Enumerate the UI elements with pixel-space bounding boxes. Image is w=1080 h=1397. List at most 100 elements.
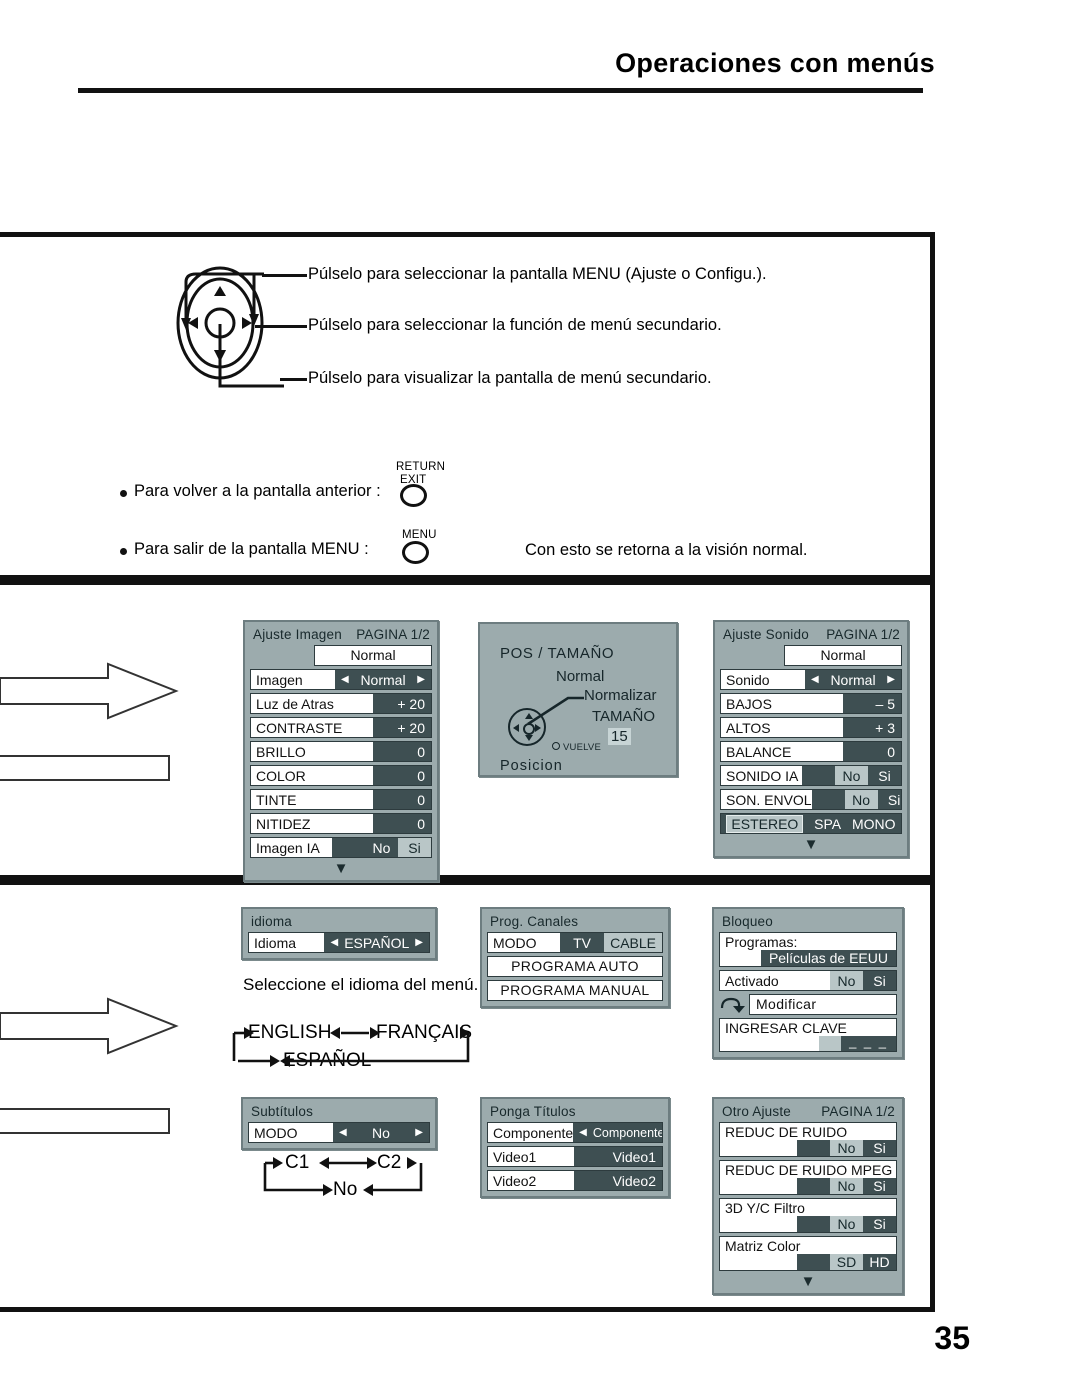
menu-row-audio-mode[interactable]: ESTEREO SPA MONO <box>720 813 902 834</box>
toggle-option-si[interactable]: Si <box>398 838 431 857</box>
menu-ponga-titulos[interactable]: Ponga Títulos Componente ◀ Componente ▶ … <box>480 1097 670 1198</box>
button-programa-manual[interactable]: PROGRAMA MANUAL <box>487 980 663 1001</box>
menu-row-modo[interactable]: MODO TV CABLE <box>487 932 663 953</box>
scroll-down-icon[interactable]: ▼ <box>720 837 902 852</box>
toggle-option-no[interactable]: No <box>830 1140 863 1156</box>
menu-row-modo[interactable]: MODO ◀ No ▶ <box>248 1122 430 1143</box>
chevron-right-icon[interactable]: ▶ <box>887 674 895 685</box>
menu-row-ingresar-clave[interactable]: INGRESAR CLAVE _ _ _ <box>719 1018 897 1052</box>
menu-row-sonido-ia[interactable]: SONIDO IA No Si <box>720 765 902 786</box>
menu-row-video2[interactable]: Video2 Video2 <box>487 1170 663 1191</box>
toggle-option-no[interactable]: No <box>835 766 868 785</box>
tamano-label: TAMAÑO <box>592 708 656 725</box>
menu-row-color[interactable]: COLOR 0 <box>250 765 432 786</box>
menu-otro-ajuste[interactable]: Otro Ajuste PAGINA 1/2 REDUC DE RUIDO No… <box>712 1097 904 1295</box>
chevron-left-icon[interactable]: ◀ <box>339 1127 347 1138</box>
menu-button[interactable] <box>402 541 429 564</box>
menu-row-reduc-de-ruido-mpeg[interactable]: REDUC DE RUIDO MPEG No Si <box>719 1160 897 1195</box>
menu-row-activado[interactable]: Activado No Si <box>719 970 897 991</box>
toggle-option-no[interactable]: No <box>844 790 878 809</box>
toggle-modo[interactable]: TV CABLE <box>560 933 662 952</box>
menu-row-imagen-ia[interactable]: Imagen IA No Si <box>250 837 432 858</box>
audio-mode-mono[interactable]: MONO <box>852 816 896 832</box>
toggle-imagen-ia[interactable]: No Si <box>332 838 431 857</box>
audio-mode-estereo[interactable]: ESTEREO <box>726 814 804 833</box>
row-value-selector[interactable]: ◀ No ▶ <box>333 1123 429 1142</box>
row-label: ALTOS <box>726 719 771 736</box>
toggle-option-si[interactable]: Si <box>877 790 901 809</box>
chevron-right-icon[interactable]: ▶ <box>415 937 423 948</box>
toggle-option-cable[interactable]: CABLE <box>604 933 662 952</box>
chevron-right-icon[interactable]: ▶ <box>415 1127 423 1138</box>
menu-row-programas[interactable]: Programas: Películas de EEUU <box>719 932 897 967</box>
row-label: BALANCE <box>726 743 792 760</box>
row-value-selector[interactable]: ◀ Normal ▶ <box>335 670 431 689</box>
tamano-value: 15 <box>608 728 631 745</box>
toggle-option-no[interactable]: No <box>365 838 398 857</box>
toggle-option-si[interactable]: Si <box>863 1140 896 1156</box>
menu-idioma[interactable]: idioma Idioma ◀ ESPAÑOL ▶ <box>241 907 437 960</box>
menu-row-3d-yc-filtro[interactable]: 3D Y/C Filtro No Si <box>719 1198 897 1233</box>
chevron-left-icon[interactable]: ◀ <box>579 1127 587 1138</box>
clave-digit-active[interactable] <box>819 1036 842 1051</box>
scroll-down-icon[interactable]: ▼ <box>250 861 432 876</box>
chevron-left-icon[interactable]: ◀ <box>341 674 349 685</box>
row-label: REDUC DE RUIDO <box>725 1124 848 1140</box>
menu-row-tinte[interactable]: TINTE 0 <box>250 789 432 810</box>
menu-prog-canales[interactable]: Prog. Canales MODO TV CABLE PROGRAMA AUT… <box>480 907 670 1008</box>
pad-down-icon <box>525 735 533 741</box>
chevron-left-icon[interactable]: ◀ <box>330 937 338 948</box>
audio-mode-spa[interactable]: SPA <box>814 816 841 832</box>
toggle-option-no[interactable]: No <box>830 971 863 990</box>
menu-row-video1[interactable]: Video1 Video1 <box>487 1146 663 1167</box>
menu-subtitulos[interactable]: Subtítulos MODO ◀ No ▶ <box>241 1097 437 1150</box>
toggle-activado[interactable]: No Si <box>830 971 896 990</box>
menu-ajuste-sonido[interactable]: Ajuste Sonido PAGINA 1/2 Normal Sonido ◀… <box>713 620 909 858</box>
chevron-right-icon[interactable]: ▶ <box>417 674 425 685</box>
menu-pos-tamano[interactable]: POS / TAMAÑO Normal Normalizar TAMAÑO 15… <box>478 622 678 777</box>
toggle-option-si[interactable]: Si <box>863 1178 896 1194</box>
menu-row-son-envol[interactable]: SON. ENVOL No Si <box>720 789 902 810</box>
pad-left-icon <box>513 724 519 732</box>
row-value-selector[interactable]: ◀ Normal ▶ <box>805 670 901 689</box>
menu-bloqueo[interactable]: Bloqueo Programas: Películas de EEUU Act… <box>712 907 904 1059</box>
toggle-option-hd[interactable]: HD <box>863 1254 896 1270</box>
menu-row-matriz-color[interactable]: Matriz Color SD HD <box>719 1236 897 1271</box>
toggle-option-sd[interactable]: SD <box>830 1254 863 1270</box>
menu-row-balance[interactable]: BALANCE 0 <box>720 741 902 762</box>
toggle-option-tv[interactable]: TV <box>560 933 605 952</box>
toggle-option-si[interactable]: Si <box>863 1216 896 1232</box>
button-programa-auto[interactable]: PROGRAMA AUTO <box>487 956 663 977</box>
menu-row-bajos[interactable]: BAJOS – 5 <box>720 693 902 714</box>
menu-row-reduc-de-ruido[interactable]: REDUC DE RUIDO No Si <box>719 1122 897 1157</box>
toggle-3d-yc-filtro[interactable]: No Si <box>797 1216 896 1232</box>
toggle-son-envol[interactable]: No Si <box>811 790 901 809</box>
row-value-selector[interactable]: ◀ ESPAÑOL ▶ <box>324 933 429 952</box>
menu-row-imagen[interactable]: Imagen ◀ Normal ▶ <box>250 669 432 690</box>
menu-row-luz-de-atras[interactable]: Luz de Atras + 20 <box>250 693 432 714</box>
menu-row-modificar[interactable]: Modificar <box>719 994 897 1015</box>
row-value-selector[interactable]: ◀ Componente ▶ <box>573 1123 662 1142</box>
menu-row-componente[interactable]: Componente ◀ Componente ▶ <box>487 1122 663 1143</box>
toggle-matriz-color[interactable]: SD HD <box>797 1254 896 1270</box>
menu-row-brillo[interactable]: BRILLO 0 <box>250 741 432 762</box>
chevron-left-icon[interactable]: ◀ <box>811 674 819 685</box>
row-label: SONIDO IA <box>726 767 799 784</box>
toggle-option-no[interactable]: No <box>830 1178 863 1194</box>
menu-row-altos[interactable]: ALTOS + 3 <box>720 717 902 738</box>
modificar-button[interactable]: Modificar <box>749 994 897 1015</box>
menu-row-nitidez[interactable]: NITIDEZ 0 <box>250 813 432 834</box>
toggle-sonido-ia[interactable]: No Si <box>802 766 901 785</box>
return-exit-button[interactable] <box>400 484 427 507</box>
toggle-option-si[interactable]: Si <box>863 971 896 990</box>
menu-ajuste-imagen[interactable]: Ajuste Imagen PAGINA 1/2 Normal Imagen ◀… <box>243 620 439 882</box>
preset-value: Normal <box>314 645 432 666</box>
menu-row-contraste[interactable]: CONTRASTE + 20 <box>250 717 432 738</box>
menu-row-idioma[interactable]: Idioma ◀ ESPAÑOL ▶ <box>248 932 430 953</box>
scroll-down-icon[interactable]: ▼ <box>719 1274 897 1289</box>
toggle-reduc-de-ruido-mpeg[interactable]: No Si <box>797 1178 896 1194</box>
menu-row-sonido[interactable]: Sonido ◀ Normal ▶ <box>720 669 902 690</box>
toggle-reduc-de-ruido[interactable]: No Si <box>797 1140 896 1156</box>
toggle-option-no[interactable]: No <box>830 1216 863 1232</box>
toggle-option-si[interactable]: Si <box>868 766 901 785</box>
